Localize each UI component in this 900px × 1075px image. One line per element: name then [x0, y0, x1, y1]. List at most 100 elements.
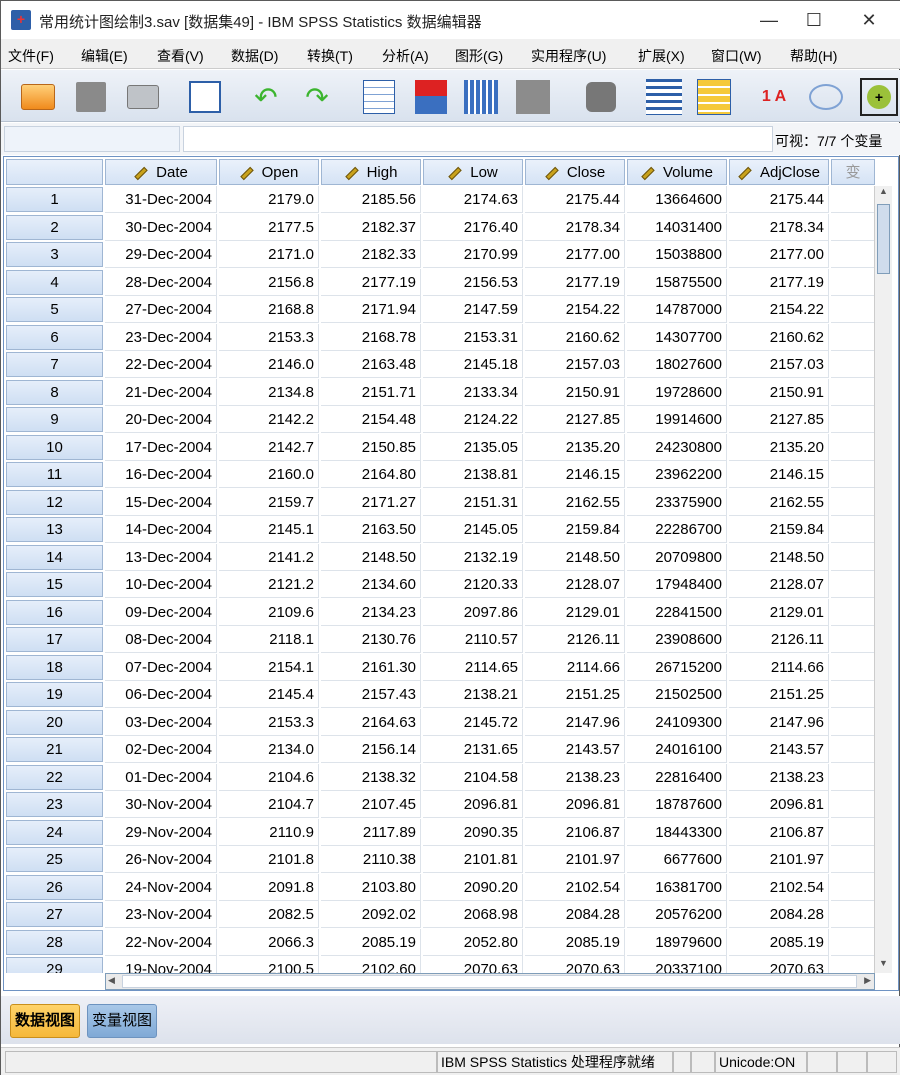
horizontal-scroll-thumb[interactable] [122, 975, 857, 988]
data-cell[interactable]: 2174.63 [423, 186, 523, 213]
data-cell[interactable]: 2114.66 [729, 653, 829, 681]
data-cell[interactable]: 2104.7 [219, 791, 319, 818]
data-cell-empty[interactable] [831, 708, 875, 736]
data-cell[interactable]: 2153.3 [219, 323, 319, 351]
data-cell[interactable]: 27-Dec-2004 [105, 296, 217, 323]
data-cell[interactable]: 2171.27 [321, 488, 421, 516]
row-number[interactable]: 5 [6, 297, 103, 322]
data-cell[interactable]: 2150.85 [321, 433, 421, 461]
data-cell[interactable]: 08-Dec-2004 [105, 626, 217, 653]
row-number[interactable]: 9 [6, 407, 103, 432]
data-cell[interactable]: 2092.02 [321, 901, 421, 928]
data-cell[interactable]: 2168.78 [321, 323, 421, 351]
data-cell-empty[interactable] [831, 846, 875, 873]
horizontal-scrollbar[interactable]: ◀ ▶ [105, 973, 875, 990]
data-cell[interactable]: 2151.25 [729, 681, 829, 708]
data-cell[interactable]: 10-Dec-2004 [105, 571, 217, 598]
data-cell[interactable]: 2170.99 [423, 241, 523, 268]
data-cell[interactable]: 2101.81 [423, 846, 523, 873]
scroll-up-arrow-icon[interactable]: ▲ [876, 186, 891, 201]
data-cell[interactable]: 21502500 [627, 681, 727, 708]
maximize-button[interactable]: ☐ [794, 7, 834, 33]
data-cell[interactable]: 22841500 [627, 598, 727, 626]
data-cell[interactable]: 2175.44 [729, 186, 829, 213]
grid-corner[interactable] [6, 159, 103, 185]
data-cell[interactable]: 2156.14 [321, 736, 421, 763]
data-cell[interactable]: 2145.72 [423, 708, 523, 736]
data-cell-empty[interactable] [831, 543, 875, 571]
menu-2[interactable]: 查看(V) [157, 46, 204, 66]
data-cell[interactable]: 2157.43 [321, 681, 421, 708]
data-cell[interactable]: 18443300 [627, 818, 727, 846]
print-icon[interactable] [123, 78, 163, 116]
data-cell[interactable]: 24230800 [627, 433, 727, 461]
data-cell[interactable]: 2163.48 [321, 351, 421, 378]
data-cell[interactable]: 2117.89 [321, 818, 421, 846]
data-cell[interactable]: 2145.1 [219, 516, 319, 543]
data-cell[interactable]: 30-Dec-2004 [105, 213, 217, 241]
data-cell-empty[interactable] [831, 873, 875, 901]
data-cell-empty[interactable] [831, 736, 875, 763]
data-cell[interactable]: 2150.91 [729, 378, 829, 406]
data-cell[interactable]: 23-Dec-2004 [105, 323, 217, 351]
data-cell[interactable]: 2178.34 [525, 213, 625, 241]
data-cell[interactable]: 2159.7 [219, 488, 319, 516]
data-cell[interactable]: 2159.84 [729, 516, 829, 543]
data-cell[interactable]: 2145.4 [219, 681, 319, 708]
vertical-scroll-thumb[interactable] [877, 204, 890, 274]
data-cell[interactable]: 2096.81 [525, 791, 625, 818]
variables-icon[interactable] [461, 78, 501, 116]
goto-case-icon[interactable] [359, 78, 399, 116]
row-number[interactable]: 18 [6, 654, 103, 680]
data-cell[interactable]: 2182.37 [321, 213, 421, 241]
data-cell[interactable]: 2146.15 [729, 461, 829, 488]
data-cell-empty[interactable] [831, 626, 875, 653]
data-cell[interactable]: 2177.5 [219, 213, 319, 241]
data-cell[interactable]: 18979600 [627, 928, 727, 956]
data-cell[interactable]: 06-Dec-2004 [105, 681, 217, 708]
data-cell[interactable]: 09-Dec-2004 [105, 598, 217, 626]
data-cell[interactable]: 17-Dec-2004 [105, 433, 217, 461]
data-cell[interactable]: 2118.1 [219, 626, 319, 653]
data-cell[interactable]: 02-Dec-2004 [105, 736, 217, 763]
data-cell[interactable]: 2156.8 [219, 268, 319, 296]
data-cell[interactable]: 2128.07 [525, 571, 625, 598]
column-header-close[interactable]: Close [525, 159, 625, 185]
cell-reference-field[interactable] [4, 126, 180, 152]
data-cell-empty[interactable] [831, 516, 875, 543]
data-cell[interactable]: 2126.11 [729, 626, 829, 653]
row-number[interactable]: 7 [6, 352, 103, 377]
data-cell[interactable]: 15038800 [627, 241, 727, 268]
data-cell-empty[interactable] [831, 296, 875, 323]
data-cell[interactable]: 13664600 [627, 186, 727, 213]
data-cell[interactable]: 2104.6 [219, 763, 319, 791]
data-cell[interactable]: 2109.6 [219, 598, 319, 626]
data-cell[interactable]: 2171.0 [219, 241, 319, 268]
data-cell[interactable]: 18787600 [627, 791, 727, 818]
data-cell[interactable]: 20-Dec-2004 [105, 406, 217, 433]
data-cell[interactable]: 17948400 [627, 571, 727, 598]
menu-10[interactable]: 帮助(H) [790, 46, 837, 66]
data-cell[interactable]: 2110.57 [423, 626, 523, 653]
data-cell[interactable]: 20576200 [627, 901, 727, 928]
tab-data-view[interactable]: 数据视图 [10, 1004, 81, 1038]
row-number[interactable]: 27 [6, 902, 103, 927]
data-cell-empty[interactable] [831, 653, 875, 681]
data-cell[interactable]: 14-Dec-2004 [105, 516, 217, 543]
data-cell[interactable]: 2159.84 [525, 516, 625, 543]
data-cell[interactable]: 2154.1 [219, 653, 319, 681]
data-cell-empty[interactable] [831, 571, 875, 598]
data-cell[interactable]: 2085.19 [321, 928, 421, 956]
data-cell[interactable]: 22816400 [627, 763, 727, 791]
row-number[interactable]: 20 [6, 709, 103, 735]
row-number[interactable]: 24 [6, 819, 103, 845]
menu-6[interactable]: 图形(G) [455, 46, 503, 66]
data-cell[interactable]: 2151.25 [525, 681, 625, 708]
column-header-low[interactable]: Low [423, 159, 523, 185]
row-number[interactable]: 6 [6, 324, 103, 350]
data-cell[interactable]: 28-Dec-2004 [105, 268, 217, 296]
data-cell[interactable]: 2177.00 [525, 241, 625, 268]
row-number[interactable]: 22 [6, 764, 103, 790]
menu-7[interactable]: 实用程序(U) [531, 46, 606, 66]
data-cell[interactable]: 2156.53 [423, 268, 523, 296]
